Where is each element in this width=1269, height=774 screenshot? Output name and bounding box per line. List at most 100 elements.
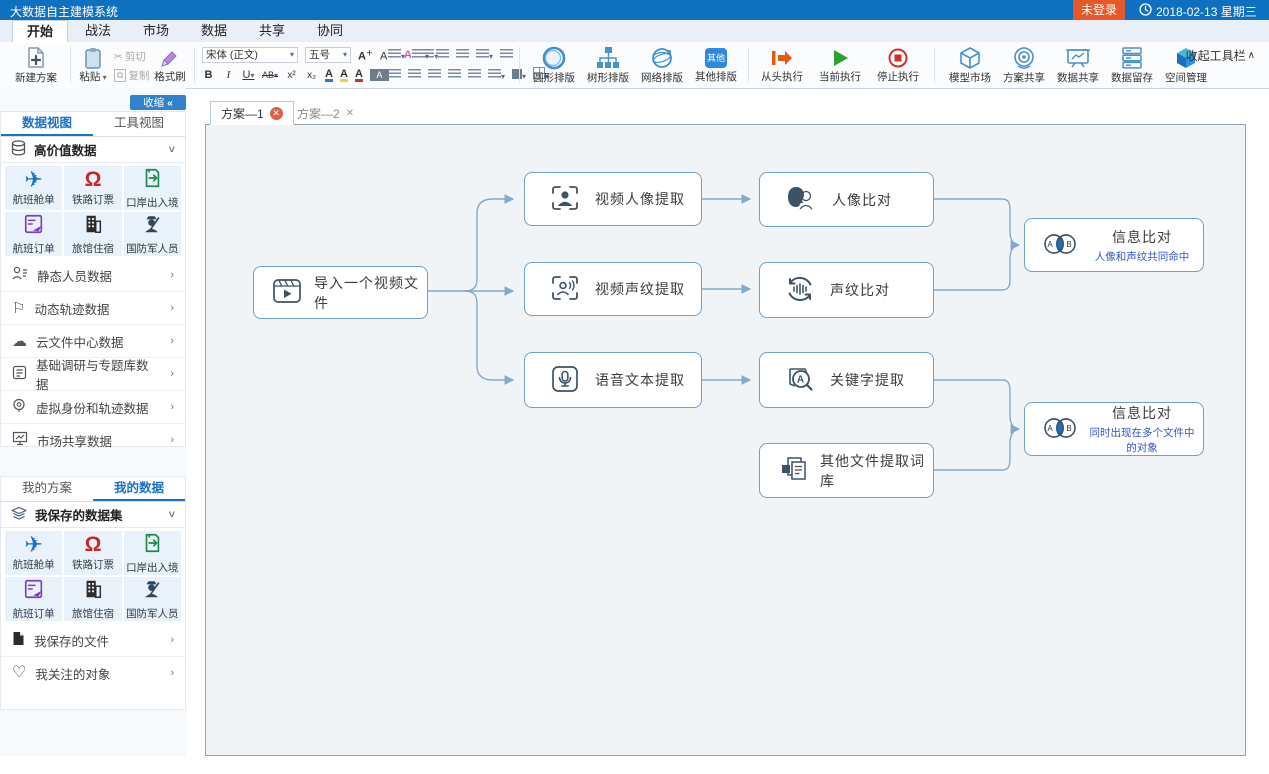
high-value-data-header[interactable]: 高价值数据 ˅: [1, 137, 185, 163]
grow-font-button[interactable]: A＋: [358, 48, 373, 63]
dataset-hotel-stay[interactable]: 旅馆住宿: [64, 212, 121, 256]
data-retain-button[interactable]: 数据留存: [1106, 44, 1158, 86]
node-other-files-lexicon[interactable]: 其他文件提取词库: [759, 443, 934, 498]
collapse-toolbar-button[interactable]: 收起工具栏∧: [1186, 47, 1255, 64]
bold-button[interactable]: B: [202, 69, 215, 81]
bullet-list-button[interactable]: ▾: [388, 46, 405, 64]
sort-button[interactable]: ▾: [476, 46, 493, 64]
font-size-select[interactable]: 五号▾: [305, 47, 351, 63]
tab-my-data[interactable]: 我的数据: [93, 477, 185, 501]
align-left-button[interactable]: [388, 66, 401, 84]
tree-layout-button[interactable]: 树形排版: [582, 44, 634, 86]
show-marks-button[interactable]: [500, 46, 513, 64]
category-cloud-file-center[interactable]: ☁ 云文件中心数据›: [1, 325, 185, 358]
dataset-flight-manifest[interactable]: ✈ 航班舱单: [5, 166, 62, 210]
my-followed-objects[interactable]: ♡ 我关注的对象›: [1, 657, 185, 689]
dataset-railway-ticket[interactable]: Ω 铁路订票: [64, 166, 121, 210]
strikethrough-button[interactable]: AB▾: [262, 70, 278, 80]
highlight-button[interactable]: A: [340, 68, 348, 82]
bullet-list-icon: [388, 49, 401, 59]
numbered-list-button[interactable]: ▾: [412, 46, 429, 64]
login-status-badge[interactable]: 未登录: [1073, 0, 1125, 20]
decrease-indent-button[interactable]: [436, 46, 449, 64]
cut-button[interactable]: ✂剪切: [114, 49, 146, 64]
category-dynamic-trajectory[interactable]: ⚐ 动态轨迹数据›: [1, 292, 185, 325]
data-share-button[interactable]: 数据共享: [1052, 44, 1104, 86]
category-static-personnel[interactable]: 静态人员数据›: [1, 259, 185, 292]
tab-my-plans[interactable]: 我的方案: [1, 477, 93, 501]
char-border-button[interactable]: A: [355, 68, 363, 82]
dataset-border-entry-exit[interactable]: 口岸出入境: [124, 531, 181, 575]
doc-tab-plan-1[interactable]: 方案—1 ✕: [210, 101, 294, 125]
my-saved-files[interactable]: 我保存的文件›: [1, 624, 185, 657]
align-row: ▾ ▾ ▾: [388, 66, 549, 84]
node-face-compare[interactable]: 人像比对: [759, 172, 934, 227]
format-painter-button[interactable]: 格式刷: [150, 44, 190, 86]
distribute-button[interactable]: [468, 66, 481, 84]
node-video-voiceprint-extract[interactable]: 视频声纹提取: [524, 262, 702, 316]
distribute-icon: [468, 69, 481, 79]
dataset-railway-ticket[interactable]: Ω 铁路订票: [64, 531, 121, 575]
line-spacing-button[interactable]: ▾: [488, 66, 505, 84]
circle-layout-button[interactable]: 圆形排版: [528, 44, 580, 86]
run-from-start-button[interactable]: 从头执行: [756, 44, 808, 86]
align-center-button[interactable]: [408, 66, 421, 84]
saved-datasets-header[interactable]: 我保存的数据集 ˅: [1, 502, 185, 528]
run-current-button[interactable]: 当前执行: [814, 44, 866, 86]
tab-data-view[interactable]: 数据视图: [1, 112, 93, 136]
doc-tab-plan-2[interactable]: 方案—2 ✕: [287, 101, 364, 125]
menu-tab-data[interactable]: 数据: [186, 20, 242, 42]
align-right-icon: [428, 69, 441, 79]
dataset-military-personnel[interactable]: 国防军人员: [124, 577, 181, 621]
close-tab-icon[interactable]: ✕: [346, 108, 354, 119]
network-layout-button[interactable]: 网络排版: [636, 44, 688, 86]
model-market-button[interactable]: 模型市场: [944, 44, 996, 86]
category-market-shared[interactable]: 市场共享数据›: [1, 424, 185, 456]
node-info-compare-1[interactable]: A B 信息比对 人像和声纹共同命中: [1024, 218, 1204, 272]
category-research-thematic[interactable]: 基础调研与专题库数据›: [1, 358, 185, 391]
subscript-button[interactable]: x₂: [305, 70, 318, 81]
font-color-swatch: [325, 79, 333, 82]
font-color-button[interactable]: A: [325, 68, 333, 82]
superscript-button[interactable]: x²: [285, 70, 298, 81]
node-keyword-extract[interactable]: A 关键字提取: [759, 352, 934, 408]
plan-share-button[interactable]: 方案共享: [998, 44, 1050, 86]
menu-tab-share[interactable]: 共享: [244, 20, 300, 42]
increase-indent-button[interactable]: [456, 46, 469, 64]
close-tab-icon[interactable]: ✕: [270, 107, 283, 120]
dataset-hotel-stay[interactable]: 旅馆住宿: [64, 577, 121, 621]
menu-tab-collab[interactable]: 协同: [302, 20, 358, 42]
justify-button[interactable]: [448, 66, 461, 84]
dataset-flight-order[interactable]: 航班订单: [5, 577, 62, 621]
dataset-border-entry-exit[interactable]: 口岸出入境: [124, 166, 181, 210]
node-info-compare-2[interactable]: A B 信息比对 同时出现在多个文件中的对象: [1024, 402, 1204, 456]
dataset-military-personnel[interactable]: 国防军人员: [124, 212, 181, 256]
paste-button[interactable]: 粘贴 ▾: [76, 44, 110, 86]
svg-text:A: A: [797, 374, 805, 385]
font-family-select[interactable]: 宋体 (正文)▾: [202, 47, 298, 63]
italic-button[interactable]: I: [222, 69, 235, 81]
menu-tab-tactics[interactable]: 战法: [70, 20, 126, 42]
highlight-swatch: [340, 79, 348, 82]
sidebar-collapse-button[interactable]: 收缩«: [130, 95, 186, 110]
node-import-video[interactable]: 导入一个视频文件: [253, 266, 428, 319]
menu-tab-market[interactable]: 市场: [128, 20, 184, 42]
dataset-flight-order[interactable]: 航班订单: [5, 212, 62, 256]
tab-tool-view[interactable]: 工具视图: [93, 112, 185, 136]
category-virtual-identity[interactable]: 虚拟身份和轨迹数据›: [1, 391, 185, 424]
node-voiceprint-compare[interactable]: 声纹比对: [759, 262, 934, 318]
stop-button[interactable]: 停止执行: [872, 44, 924, 86]
flow-canvas[interactable]: 导入一个视频文件 视频人像提取: [205, 124, 1246, 756]
node-speech-text-extract[interactable]: 语音文本提取: [524, 352, 702, 408]
dropdown-caret-icon: ▾: [250, 71, 254, 80]
other-layout-button[interactable]: 其他 其他排版: [690, 44, 742, 86]
justify-icon: [448, 69, 461, 79]
dataset-flight-manifest[interactable]: ✈ 航班舱单: [5, 531, 62, 575]
underline-button[interactable]: U▾: [242, 69, 255, 81]
char-shading-button[interactable]: A: [370, 69, 389, 81]
copy-button[interactable]: ⧉复制: [114, 68, 149, 83]
menu-tab-start[interactable]: 开始: [12, 20, 68, 42]
node-video-face-extract[interactable]: 视频人像提取: [524, 172, 702, 226]
align-right-button[interactable]: [428, 66, 441, 84]
new-plan-button[interactable]: 新建方案: [8, 44, 64, 86]
